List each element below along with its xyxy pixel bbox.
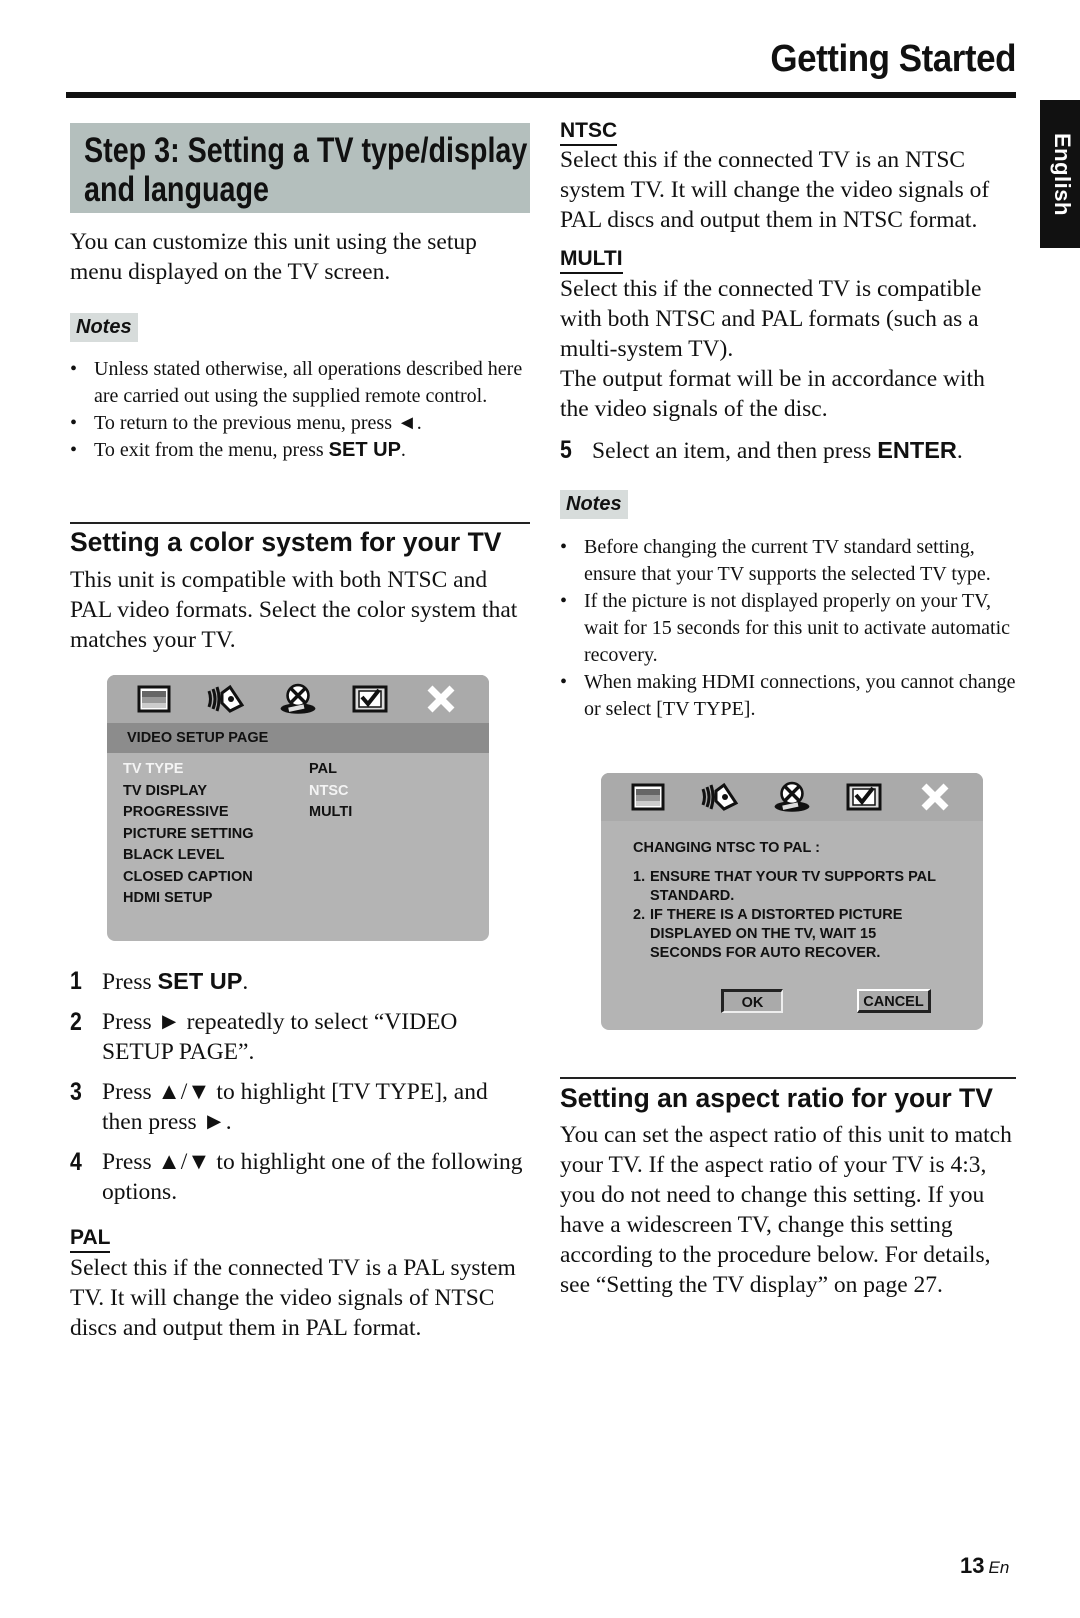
dialog-heading: CHANGING NTSC TO PAL : xyxy=(633,840,820,856)
menu-item-hdmi-setup[interactable]: HDMI SETUP xyxy=(123,888,309,910)
ntsc-body: Select this if the connected TV is an NT… xyxy=(560,147,990,233)
osd-menu-list: TV TYPE PAL TV DISPLAY NTSC PROGRESSIVE MUL… xyxy=(107,753,489,910)
multi-body-1: Select this if the connected TV is compa… xyxy=(560,276,982,362)
step-number: 5 xyxy=(560,436,572,464)
menu-item-black-level[interactable]: BLACK LEVEL xyxy=(123,845,309,867)
notes-label: Notes xyxy=(560,490,628,519)
step-1: 1 Press SET UP. xyxy=(70,966,530,997)
pal-body: Select this if the connected TV is a PAL… xyxy=(70,1255,516,1341)
step-text: Press ▲/▼ to highlight one of the follow… xyxy=(102,1149,523,1205)
color-section-body: This unit is compatible with both NTSC a… xyxy=(70,567,518,653)
note-item: If the picture is not displayed properly… xyxy=(560,588,1020,669)
step-number: 4 xyxy=(70,1148,82,1176)
note-item: Before changing the current TV standard … xyxy=(560,534,1020,588)
ntsc-heading-wrap: NTSC xyxy=(560,118,618,146)
step-number: 3 xyxy=(70,1078,82,1106)
menu-item-tv-type[interactable]: TV TYPE xyxy=(123,759,309,781)
notes-list-left: Unless stated otherwise, all operations … xyxy=(70,356,530,464)
ok-button[interactable]: OK xyxy=(721,989,783,1013)
language-tab: English xyxy=(1040,100,1080,248)
page-header-title: Getting Started xyxy=(770,38,1016,80)
note-item: When making HDMI connections, you cannot… xyxy=(560,669,1020,723)
step-5: 5 Select an item, and then press ENTER. xyxy=(560,435,1015,476)
color-section-title: Setting a color system for your TV xyxy=(70,527,502,557)
note-text: To exit from the menu, press xyxy=(94,439,329,461)
tv-screen-icon[interactable] xyxy=(135,681,175,717)
page-number: 13 En xyxy=(960,1553,1009,1579)
step-text: Press SET UP. xyxy=(102,968,249,995)
menu-item-tv-display[interactable]: TV DISPLAY xyxy=(123,781,309,803)
speaker-icon[interactable] xyxy=(700,779,740,815)
step-2: 2 Press ► repeatedly to select “VIDEO SET… xyxy=(70,1007,530,1067)
option-pal[interactable]: PAL xyxy=(309,759,337,781)
notes-label-right: Notes xyxy=(560,490,628,519)
section-rule xyxy=(70,522,530,524)
step-title-line-1: Step 3: Setting a TV type/display xyxy=(84,131,528,170)
multi-heading: MULTI xyxy=(560,246,623,274)
dialog-item: 1. ENSURE THAT YOUR TV SUPPORTS PAL STAND… xyxy=(633,868,983,906)
note-item: Unless stated otherwise, all operations … xyxy=(70,356,530,410)
menu-item-progressive[interactable]: PROGRESSIVE xyxy=(123,802,309,824)
ntsc-heading: NTSC xyxy=(560,118,618,146)
note-text: . xyxy=(400,439,406,461)
preference-icon[interactable] xyxy=(844,779,884,815)
notes-label-left: Notes xyxy=(70,313,138,342)
multi-heading-wrap: MULTI xyxy=(560,246,623,274)
cancel-button[interactable]: CANCEL xyxy=(857,989,931,1013)
pal-heading-wrap: PAL xyxy=(70,1225,111,1253)
preference-icon[interactable] xyxy=(350,681,390,717)
step-number: 1 xyxy=(70,967,82,995)
step-title-line-2: and language xyxy=(84,170,269,209)
dialog-body: CHANGING NTSC TO PAL : 1. ENSURE THAT YOU… xyxy=(601,821,983,963)
osd-icon-bar xyxy=(107,675,489,723)
aspect-section-title: Setting an aspect ratio for your TV xyxy=(560,1083,993,1113)
step-text: Select an item, and then press ENTER. xyxy=(592,437,963,464)
language-tab-label: English xyxy=(1050,132,1075,216)
step-text: Press ► repeatedly to select “VIDEO SETU… xyxy=(102,1009,458,1065)
step-text: Press ▲/▼ to highlight [TV TYPE], and th… xyxy=(102,1079,488,1135)
osd-page-title: VIDEO SETUP PAGE xyxy=(107,723,489,753)
note-item: To exit from the menu, press SET UP. xyxy=(70,437,530,464)
dialog-item: 2. IF THERE IS A DISTORTED PICTURE DISPLA… xyxy=(633,906,983,963)
header-rule xyxy=(66,92,1016,98)
multi-body-2: The output format will be in accordance … xyxy=(560,366,985,422)
key-set-up: SET UP xyxy=(328,439,401,461)
option-ntsc[interactable]: NTSC xyxy=(309,781,348,803)
tv-screen-icon[interactable] xyxy=(629,779,669,815)
notes-list-right: Before changing the current TV standard … xyxy=(560,534,1020,723)
section-rule xyxy=(560,1077,1016,1079)
page-number-value: 13 xyxy=(960,1553,985,1578)
pal-heading: PAL xyxy=(70,1225,111,1253)
speaker-icon[interactable] xyxy=(206,681,246,717)
key-set-up: SET UP xyxy=(157,968,243,994)
note-item: To return to the previous menu, press ◄. xyxy=(70,410,530,437)
osd-icon-bar xyxy=(601,773,983,821)
tv-type-change-dialog: CHANGING NTSC TO PAL : 1. ENSURE THAT YOU… xyxy=(601,773,983,1030)
menu-item-picture-setting[interactable]: PICTURE SETTING xyxy=(123,824,309,846)
exit-x-icon[interactable] xyxy=(915,779,955,815)
dialog-item-number: 1. xyxy=(633,869,646,885)
video-setup-osd: VIDEO SETUP PAGE TV TYPE PAL TV DISPLAY NT… xyxy=(107,675,489,941)
steps-list: 1 Press SET UP. 2 Press ► repeatedly to se… xyxy=(70,966,530,1217)
video-reel-icon[interactable] xyxy=(278,681,318,717)
page-language-suffix: En xyxy=(988,1558,1010,1577)
step-title-box: Step 3: Setting a TV type/display and la… xyxy=(70,123,530,213)
aspect-section-body: You can set the aspect ratio of this uni… xyxy=(560,1122,1012,1298)
menu-item-closed-caption[interactable]: CLOSED CAPTION xyxy=(123,867,309,889)
option-multi[interactable]: MULTI xyxy=(309,802,352,824)
key-enter: ENTER xyxy=(877,437,957,463)
dialog-item-number: 2. xyxy=(633,907,646,923)
notes-label: Notes xyxy=(70,313,138,342)
step-number: 2 xyxy=(70,1008,82,1036)
dialog-item-text: ENSURE THAT YOUR TV SUPPORTS PAL STANDAR… xyxy=(650,869,936,904)
step-3: 3 Press ▲/▼ to highlight [TV TYPE], and t… xyxy=(70,1077,530,1137)
exit-x-icon[interactable] xyxy=(421,681,461,717)
intro-paragraph: You can customize this unit using the se… xyxy=(70,229,477,285)
step-4: 4 Press ▲/▼ to highlight one of the follo… xyxy=(70,1147,530,1207)
dialog-item-text: IF THERE IS A DISTORTED PICTURE DISPLAYE… xyxy=(650,907,903,961)
video-reel-icon[interactable] xyxy=(772,779,812,815)
